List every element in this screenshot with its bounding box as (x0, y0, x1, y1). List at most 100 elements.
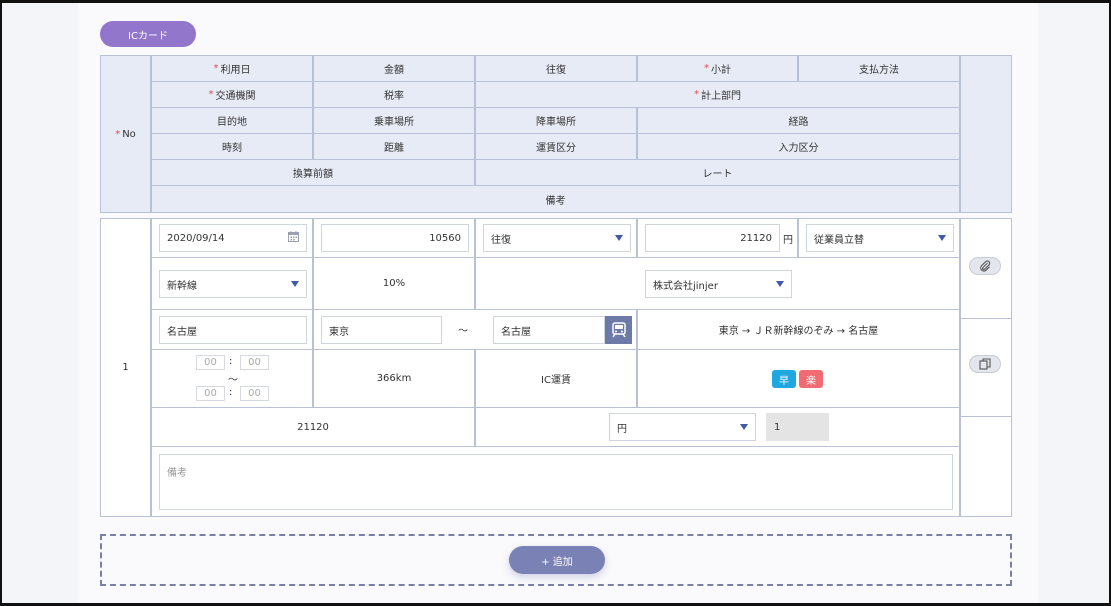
boarding-input[interactable]: 東京 (321, 316, 442, 344)
header-input-type-label: 入力区分 (778, 143, 819, 154)
required-mark: * (115, 128, 121, 140)
row-no: 1 (100, 218, 151, 517)
chevron-down-icon (615, 235, 623, 241)
destination-value: 名古屋 (167, 326, 197, 338)
alighting-input[interactable]: 名古屋 (493, 316, 605, 344)
header-rate-label: レート (702, 169, 733, 180)
subtotal-input[interactable]: 21120 (645, 224, 780, 252)
header-distance-label: 距離 (384, 143, 404, 154)
cell-pre-conversion: 21120 (151, 407, 475, 447)
header-tax-rate-label: 税率 (384, 91, 404, 102)
header-round-trip-label: 往復 (546, 65, 566, 76)
currency-select[interactable]: 円 (609, 413, 756, 441)
header-boarding-label: 乗車場所 (374, 117, 414, 128)
copy-icon[interactable] (969, 355, 1001, 373)
train-icon[interactable] (605, 316, 632, 344)
remarks-placeholder: 備考 (167, 468, 187, 479)
easiest-route-badge[interactable]: 楽 (799, 370, 823, 388)
header-boarding: 乗車場所 (313, 107, 475, 134)
header-payment: 支払方法 (798, 55, 960, 82)
ic-card-button[interactable]: ICカード (100, 21, 196, 47)
header-department: * 計上部門 (475, 81, 960, 108)
time-to-minute[interactable]: 00 (240, 386, 269, 401)
rate-value: 1 (774, 421, 781, 433)
required-mark: * (694, 89, 699, 100)
route-value: 東京 → ＪＲ新幹線のぞみ → 名古屋 (718, 326, 879, 337)
header-amount: 金額 (313, 55, 475, 82)
fare-type-value: IC運賃 (541, 375, 571, 386)
header-input-type: 入力区分 (637, 133, 960, 160)
header-subtotal-label: 小計 (711, 65, 731, 76)
header-date: * 利用日 (151, 55, 313, 82)
header-pre-conversion-label: 換算前額 (293, 169, 333, 180)
header-distance: 距離 (313, 133, 475, 160)
transport-value: 新幹線 (167, 280, 197, 292)
rate-input: 1 (766, 413, 829, 441)
remarks-textarea[interactable]: 備考 (159, 454, 953, 510)
fastest-route-badge[interactable]: 早 (772, 370, 796, 388)
time-to-hour[interactable]: 00 (196, 386, 225, 401)
time-to-hour-value: 00 (204, 388, 217, 399)
header-time: 時刻 (151, 133, 313, 160)
time-from-hour[interactable]: 00 (196, 355, 225, 370)
cell-actions-empty (960, 416, 1012, 517)
calendar-icon[interactable] (288, 231, 299, 245)
header-date-label: 利用日 (220, 65, 251, 76)
payment-method-select[interactable]: 従業員立替 (806, 224, 954, 252)
time-from-minute[interactable]: 00 (240, 355, 269, 370)
header-destination-label: 目的地 (217, 117, 247, 128)
cell-route: 東京 → ＪＲ新幹線のぞみ → 名古屋 (637, 309, 960, 350)
department-value: 株式会社jinjer (653, 280, 718, 292)
range-tilde: ～ (458, 326, 468, 337)
cell-tax-rate: 10% (313, 257, 475, 310)
department-select[interactable]: 株式会社jinjer (645, 270, 792, 298)
round-trip-select[interactable]: 往復 (483, 224, 631, 252)
amount-input[interactable]: 10560 (321, 224, 469, 252)
cell-distance: 366km (313, 349, 475, 408)
header-time-label: 時刻 (222, 143, 242, 154)
time-colon: : (229, 356, 233, 367)
payment-method-value: 従業員立替 (814, 234, 864, 246)
time-from-hour-value: 00 (204, 357, 217, 368)
chevron-down-icon (291, 281, 299, 287)
chevron-down-icon (776, 281, 784, 287)
destination-input[interactable]: 名古屋 (159, 316, 307, 344)
header-tax-rate: 税率 (313, 81, 475, 108)
header-fare-type-label: 運賃区分 (536, 143, 576, 154)
header-transport: * 交通機関 (151, 81, 313, 108)
cell-fare-type: IC運賃 (475, 349, 637, 408)
header-payment-label: 支払方法 (859, 65, 899, 76)
header-no: * No (100, 55, 151, 213)
time-tilde: ～ (228, 375, 238, 386)
header-alighting-label: 降車場所 (536, 117, 576, 128)
required-mark: * (213, 63, 219, 74)
time-to-minute-value: 00 (248, 388, 261, 399)
header-department-label: 計上部門 (701, 91, 741, 102)
subtotal-unit: 円 (783, 235, 793, 246)
required-mark: * (208, 89, 214, 100)
chevron-down-icon (740, 424, 748, 430)
header-route-label: 経路 (788, 117, 809, 128)
header-rate: レート (475, 159, 960, 186)
paperclip-icon[interactable] (969, 257, 1001, 275)
header-pre-conversion: 換算前額 (151, 159, 475, 186)
header-remarks-label: 備考 (545, 195, 566, 207)
header-remarks: 備考 (151, 185, 960, 213)
chevron-down-icon (938, 235, 946, 241)
date-input[interactable]: 2020/09/14 (159, 224, 307, 252)
amount-value: 10560 (429, 232, 461, 244)
row-no-value: 1 (122, 362, 129, 373)
header-actions (960, 55, 1012, 213)
header-fare-type: 運賃区分 (475, 133, 637, 160)
distance-value: 366km (376, 373, 412, 384)
header-amount-label: 金額 (384, 65, 404, 76)
header-no-label: No (122, 128, 136, 140)
boarding-value: 東京 (329, 326, 349, 338)
date-value: 2020/09/14 (167, 232, 225, 244)
required-mark: * (704, 63, 709, 74)
transport-select[interactable]: 新幹線 (159, 270, 307, 298)
subtotal-value: 21120 (740, 232, 772, 244)
add-button[interactable]: + 追加 (509, 546, 605, 574)
header-route: 経路 (637, 107, 960, 134)
header-subtotal: * 小計 (637, 55, 798, 82)
